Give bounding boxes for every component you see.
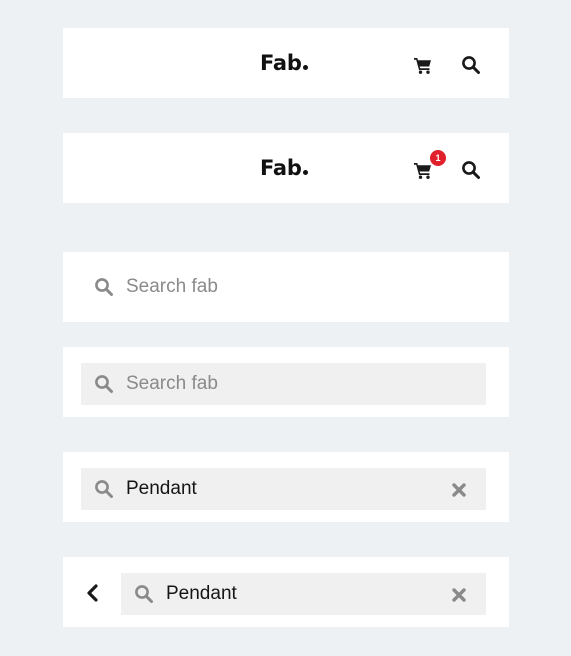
- cart-icon[interactable]: [413, 55, 433, 75]
- clear-icon[interactable]: [452, 483, 466, 497]
- cart-badge: 1: [430, 150, 446, 166]
- header-bar: Fab: [63, 28, 509, 98]
- search-input[interactable]: Search fab: [81, 266, 486, 308]
- search-icon: [94, 277, 114, 297]
- search-icon: [134, 584, 154, 604]
- search-input[interactable]: Pendant: [121, 573, 486, 615]
- header-bar-with-badge: Fab 1: [63, 133, 509, 203]
- clear-icon[interactable]: [452, 588, 466, 602]
- fab-logo[interactable]: Fab: [260, 155, 308, 181]
- search-value: Pendant: [126, 478, 197, 499]
- search-input[interactable]: Pendant: [81, 468, 486, 510]
- logo-text: Fab: [260, 156, 302, 180]
- search-value: Pendant: [166, 583, 237, 604]
- search-bar-filled: Search fab: [63, 347, 509, 417]
- search-bar-with-value: Pendant: [63, 452, 509, 522]
- fab-logo[interactable]: Fab: [260, 50, 308, 76]
- search-icon: [94, 374, 114, 394]
- search-bar-with-back: Pendant: [63, 557, 509, 627]
- search-bar-plain: Search fab: [63, 252, 509, 322]
- search-icon[interactable]: [461, 160, 481, 180]
- search-placeholder: Search fab: [126, 276, 218, 297]
- search-icon: [94, 479, 114, 499]
- search-placeholder: Search fab: [126, 373, 218, 394]
- logo-dot: [302, 170, 308, 175]
- logo-text: Fab: [260, 51, 302, 75]
- logo-dot: [302, 65, 308, 70]
- search-icon[interactable]: [461, 55, 481, 75]
- chevron-left-icon[interactable]: [85, 584, 101, 602]
- search-input[interactable]: Search fab: [81, 363, 486, 405]
- cart-icon[interactable]: [413, 160, 433, 180]
